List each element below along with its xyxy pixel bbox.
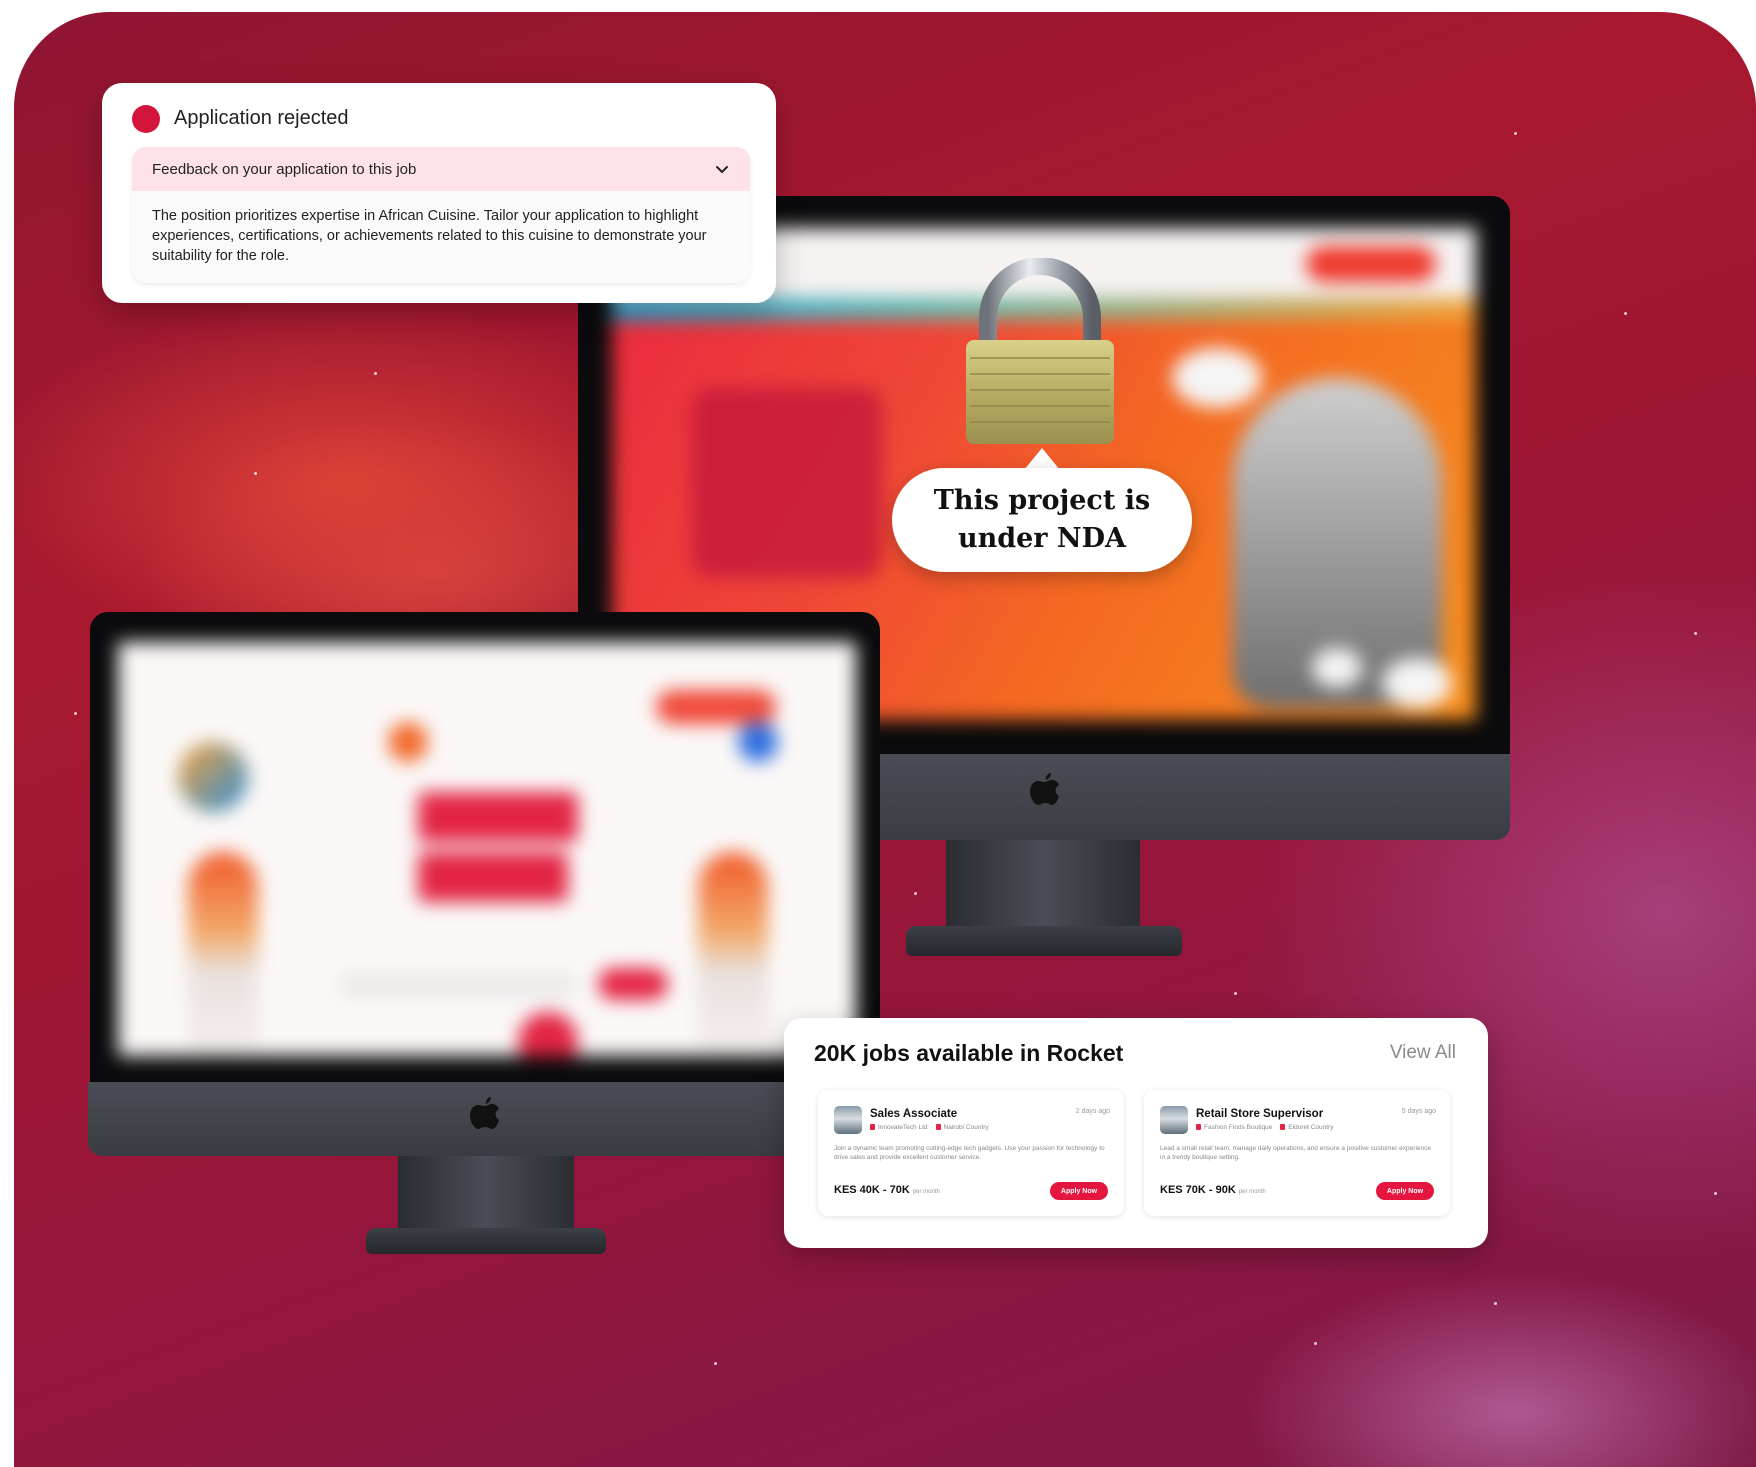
location-pin-icon bbox=[1280, 1124, 1286, 1131]
building-icon bbox=[1196, 1124, 1201, 1131]
company-logo bbox=[1160, 1106, 1188, 1134]
jobs-card: 20K jobs available in Rocket View All Sa… bbox=[784, 1018, 1488, 1248]
feedback-accordion: Feedback on your application to this job… bbox=[132, 147, 750, 283]
feedback-body: The position prioritizes expertise in Af… bbox=[152, 208, 707, 264]
location-pin-icon bbox=[935, 1124, 941, 1131]
job-salary: KES 40K - 70K per month bbox=[834, 1184, 940, 1196]
building-icon bbox=[870, 1124, 875, 1131]
job-description: Lead a small retail team, manage daily o… bbox=[1160, 1145, 1431, 1161]
job-location: Nairobi Country bbox=[943, 1124, 989, 1131]
nda-text-line-2: under NDA bbox=[957, 523, 1126, 554]
company-name: InnovateTech Ltd bbox=[878, 1124, 928, 1131]
view-all-link[interactable]: View All bbox=[1390, 1042, 1456, 1064]
nda-text-line-1: This project is bbox=[933, 485, 1151, 516]
job-title: Retail Store Supervisor bbox=[1196, 1108, 1324, 1120]
job-meta: InnovateTech Ltd Nairobi Country bbox=[870, 1124, 989, 1131]
red-dot-icon bbox=[132, 105, 160, 133]
nda-speech-bubble: This project is under NDA bbox=[892, 468, 1192, 572]
job-card[interactable]: Sales Associate 2 days ago InnovateTech … bbox=[818, 1090, 1124, 1216]
speech-bubble-tail bbox=[1024, 448, 1060, 470]
company-name: Fashion Finds Boutique bbox=[1204, 1124, 1273, 1131]
salary-range: KES 40K - 70K bbox=[834, 1184, 910, 1196]
company-logo bbox=[834, 1106, 862, 1134]
chevron-down-icon[interactable] bbox=[714, 161, 730, 177]
job-posted-age: 2 days ago bbox=[1075, 1108, 1110, 1115]
front-monitor-screen-blurred bbox=[118, 642, 856, 1056]
job-description: Join a dynamic team promoting cutting-ed… bbox=[834, 1145, 1105, 1161]
job-salary: KES 70K - 90K per month bbox=[1160, 1184, 1266, 1196]
apple-logo-icon bbox=[470, 1097, 499, 1129]
job-posted-age: 5 days ago bbox=[1401, 1108, 1436, 1115]
job-location: Eldoret Country bbox=[1288, 1124, 1334, 1131]
salary-period: per month bbox=[912, 1189, 940, 1195]
apply-now-button[interactable]: Apply Now bbox=[1376, 1182, 1434, 1200]
salary-range: KES 70K - 90K bbox=[1160, 1184, 1236, 1196]
feedback-header-text: Feedback on your application to this job bbox=[152, 160, 417, 178]
apple-logo-icon bbox=[1030, 773, 1059, 805]
status-title: Application rejected bbox=[174, 107, 349, 129]
apply-now-button[interactable]: Apply Now bbox=[1050, 1182, 1108, 1200]
padlock-icon bbox=[966, 258, 1114, 444]
job-card[interactable]: Retail Store Supervisor 5 days ago Fashi… bbox=[1144, 1090, 1450, 1216]
application-status-card: Application rejected Feedback on your ap… bbox=[102, 83, 776, 303]
jobs-card-title: 20K jobs available in Rocket bbox=[814, 1040, 1124, 1066]
feedback-accordion-header[interactable]: Feedback on your application to this job bbox=[132, 147, 750, 191]
job-title: Sales Associate bbox=[870, 1108, 958, 1120]
salary-period: per month bbox=[1238, 1189, 1266, 1195]
job-meta: Fashion Finds Boutique Eldoret Country bbox=[1196, 1124, 1333, 1131]
